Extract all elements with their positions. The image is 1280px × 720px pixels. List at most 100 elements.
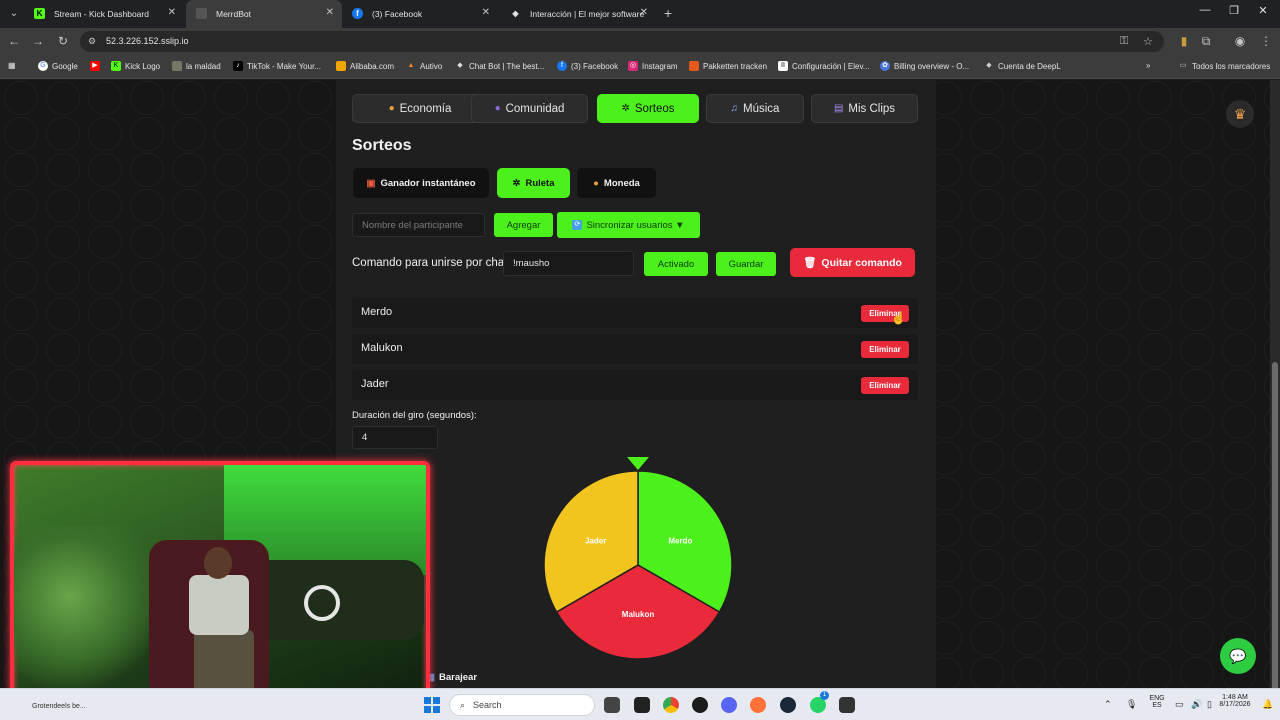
- forward-icon[interactable]: →: [30, 34, 46, 48]
- minimize-icon[interactable]: —: [1190, 4, 1220, 16]
- mode-moneda[interactable]: ● Moneda: [577, 168, 656, 198]
- participant-name-input[interactable]: Nombre del participante: [352, 213, 485, 237]
- clock[interactable]: 1:48 AM 8/17/2026: [1212, 694, 1258, 708]
- nav-musica[interactable]: ♫ Música: [706, 94, 804, 123]
- close-icon[interactable]: ✕: [168, 7, 176, 18]
- whatsapp-icon[interactable]: 1: [810, 691, 829, 713]
- tab-facebook[interactable]: f (3) Facebook ✕: [342, 0, 498, 28]
- profile-avatar-icon[interactable]: ◉: [1232, 34, 1248, 48]
- bookmark-autivo[interactable]: ▲ Autivo: [406, 61, 443, 71]
- bookmark-instagram[interactable]: ◎ Instagram: [628, 61, 678, 71]
- mode-label: Moneda: [603, 177, 640, 189]
- close-icon[interactable]: ✕: [640, 7, 648, 18]
- tab-kick-dashboard[interactable]: K Stream - Kick Dashboard ✕: [24, 0, 184, 28]
- bookmark-tiktok[interactable]: ♪ TikTok - Make Your...: [233, 61, 321, 71]
- elevenlabs-icon: II: [778, 61, 788, 71]
- clip-icon: ▤: [833, 103, 844, 114]
- bookmark-label: Cuenta de DeepL: [998, 61, 1061, 71]
- bookmark-facebook[interactable]: f (3) Facebook: [557, 61, 618, 71]
- facebook-icon: f: [352, 8, 363, 19]
- extension-icon[interactable]: ▮: [1176, 34, 1192, 48]
- microphone-icon[interactable]: 🎙: [1126, 699, 1137, 710]
- window-close-icon[interactable]: ✕: [1248, 4, 1278, 17]
- spin-duration-input[interactable]: 4: [352, 426, 438, 449]
- nav-sorteos[interactable]: ✲ Sorteos: [597, 94, 699, 123]
- participant-row: Merdo Eliminar: [352, 298, 918, 328]
- obs-icon[interactable]: [634, 697, 650, 713]
- command-value: !mausho: [513, 258, 550, 269]
- bookmark-billing[interactable]: ✿ Billing overview - O...: [880, 61, 969, 71]
- network-icon[interactable]: ▭: [1175, 699, 1184, 710]
- mode-ganador-instantaneo[interactable]: ▣ Ganador instantáneo: [353, 168, 489, 198]
- all-bookmarks[interactable]: ▭ Todos los marcadores: [1178, 61, 1271, 71]
- site-info-icon[interactable]: ⚙: [88, 36, 96, 47]
- discord-icon[interactable]: [721, 697, 737, 713]
- github-icon[interactable]: [692, 697, 708, 713]
- close-icon[interactable]: ✕: [482, 7, 490, 18]
- sync-users-dropdown[interactable]: ⟳ Sincronizar usuarios ▼: [557, 212, 700, 238]
- apps-grid-icon[interactable]: ▦: [8, 61, 16, 70]
- chrome-icon[interactable]: [663, 697, 679, 713]
- nav-mis-clips[interactable]: ▤ Mis Clips: [811, 94, 918, 123]
- activated-toggle-button[interactable]: Activado: [644, 252, 708, 276]
- roulette-wheel[interactable]: Merdo Malukon Jader: [543, 455, 733, 660]
- tray-chevron-icon[interactable]: ⌃: [1104, 699, 1112, 710]
- tab-interaccion[interactable]: ◆ Interacción | El mejor software ✕: [500, 0, 656, 28]
- sparkle-icon: ✲: [512, 177, 521, 189]
- reload-icon[interactable]: ↻: [55, 34, 71, 48]
- tab-merrdbot[interactable]: MerrdBot ✕: [186, 0, 342, 28]
- scrollbar-thumb[interactable]: [1272, 362, 1278, 692]
- bookmark-star-icon[interactable]: ☆: [1143, 35, 1153, 48]
- tab-search-chevron-icon[interactable]: ⌄: [6, 6, 22, 22]
- diamond-icon: ◆: [457, 62, 463, 69]
- bookmark-alibaba[interactable]: Alibaba.com: [336, 61, 394, 71]
- new-tab-button[interactable]: +: [664, 5, 672, 21]
- page-scrollbar[interactable]: [1270, 80, 1280, 692]
- bookmark-google[interactable]: G Google: [38, 61, 78, 71]
- package-icon: [689, 61, 699, 71]
- menu-dots-icon[interactable]: ⋮: [1258, 34, 1274, 48]
- back-icon[interactable]: ←: [6, 34, 22, 48]
- restore-icon[interactable]: ❐: [1219, 4, 1249, 17]
- remove-command-label: Quitar comando: [821, 256, 902, 269]
- notifications-icon[interactable]: 🔔: [1262, 699, 1273, 710]
- extensions-puzzle-icon[interactable]: ⧉: [1198, 34, 1214, 49]
- app-icon[interactable]: [839, 697, 855, 713]
- close-icon[interactable]: ✕: [326, 7, 334, 18]
- trash-icon: 🗑: [803, 257, 817, 269]
- firefox-icon[interactable]: [750, 697, 766, 713]
- delete-participant-button[interactable]: Eliminar: [861, 341, 909, 358]
- add-participant-button[interactable]: Agregar: [494, 213, 553, 237]
- language-indicator[interactable]: ENG ES: [1146, 695, 1168, 709]
- cam-headset: [304, 585, 340, 621]
- delete-participant-button[interactable]: Eliminar: [861, 377, 909, 394]
- windows-start-icon[interactable]: [424, 697, 440, 713]
- bookmark-deepl[interactable]: ◆ Cuenta de DeepL: [984, 61, 1061, 71]
- taskbar-weather[interactable]: Grotendeels be...: [14, 703, 86, 710]
- task-view-icon[interactable]: [604, 697, 620, 713]
- bookmark-label: Configuración | Elev...: [792, 61, 870, 71]
- nav-comunidad[interactable]: ● Comunidad: [471, 94, 588, 123]
- shuffle-button[interactable]: ▦ Barajear: [426, 672, 477, 683]
- bookmark-configuracion[interactable]: II Configuración | Elev...: [778, 61, 870, 71]
- music-note-icon: ♫: [730, 103, 739, 114]
- steam-icon[interactable]: [780, 697, 796, 713]
- command-input[interactable]: !mausho: [503, 251, 634, 276]
- bookmark-pakketten[interactable]: Pakketten tracken: [689, 61, 767, 71]
- cam-person: [189, 575, 249, 635]
- bookmark-kick-logo[interactable]: K Kick Logo: [111, 61, 160, 71]
- bookmark-chat-bot[interactable]: ◆ Chat Bot | The best...: [455, 61, 544, 71]
- address-bar[interactable]: ⚙ 52.3.226.152.sslip.io ⚿ ☆: [80, 31, 1164, 52]
- more-bookmarks-icon[interactable]: »: [1146, 61, 1150, 70]
- volume-icon[interactable]: 🔊: [1191, 699, 1202, 710]
- mode-ruleta[interactable]: ✲ Ruleta: [497, 168, 570, 198]
- nav-economia[interactable]: ● Economía: [352, 94, 488, 123]
- chat-bubble-button[interactable]: 💬: [1220, 638, 1256, 674]
- bookmark-la-maldad[interactable]: la maldad: [172, 61, 221, 71]
- remove-command-button[interactable]: 🗑 Quitar comando: [790, 248, 915, 277]
- password-key-icon[interactable]: ⚿: [1120, 35, 1128, 48]
- crown-icon[interactable]: ♛: [1226, 100, 1254, 128]
- youtube-icon[interactable]: ▶: [90, 61, 100, 71]
- save-button[interactable]: Guardar: [716, 252, 776, 276]
- taskbar-search[interactable]: ⌕ Search: [449, 694, 595, 716]
